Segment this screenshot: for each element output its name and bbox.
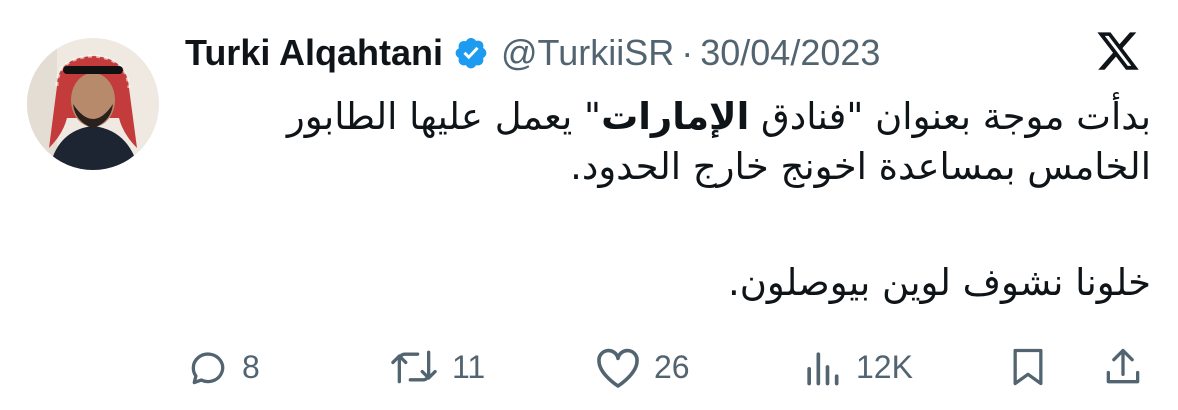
like-count: 26 — [654, 348, 690, 385]
tweet-text-bold: الإمارات — [601, 95, 750, 138]
reply-count: 8 — [242, 348, 260, 385]
repost-count: 11 — [452, 348, 486, 385]
repost-icon — [391, 350, 437, 384]
tweet-text-paragraph-2: خلونا نشوف لوين بيوصلون. — [727, 261, 1151, 304]
tweet-date[interactable]: 30/04/2023 — [700, 32, 880, 74]
author-handle[interactable]: @TurkiiSR — [501, 32, 674, 74]
tweet-text: بدأت موجة بعنوان "فنادق الإمارات" يعمل ع… — [201, 92, 1151, 308]
share-icon[interactable] — [1101, 345, 1145, 389]
tweet-text-segment: " يعمل عليها الطابور — [286, 95, 602, 138]
reply-button[interactable]: 8 — [186, 340, 260, 394]
x-logo-icon — [1097, 32, 1139, 70]
views-button[interactable]: 12K — [800, 340, 913, 394]
separator-dot: · — [681, 32, 694, 73]
tweet-text-segment: بدأت موجة بعنوان "فنادق — [749, 95, 1151, 138]
reply-icon — [191, 352, 225, 385]
verified-badge-icon — [455, 38, 487, 69]
repost-button[interactable]: 11 — [388, 340, 485, 394]
tweet-header: Turki Alqahtani @TurkiiSR · 30/04/2023 — [185, 26, 880, 80]
like-button[interactable]: 26 — [594, 340, 690, 394]
views-count: 12K — [856, 348, 913, 385]
bookmark-icon[interactable] — [1006, 345, 1050, 389]
views-icon — [807, 352, 839, 386]
tweet-text-line-2: الخامس بمساعدة اخونج خارج الحدود. — [570, 145, 1151, 188]
tweet-text-line-1: بدأت موجة بعنوان "فنادق الإمارات" يعمل ع… — [201, 92, 1151, 142]
like-icon — [597, 348, 639, 388]
author-name[interactable]: Turki Alqahtani — [185, 32, 443, 74]
avatar-image — [27, 38, 159, 170]
tweet-actions: 8 11 26 12K — [0, 340, 1178, 394]
avatar[interactable] — [27, 38, 159, 170]
